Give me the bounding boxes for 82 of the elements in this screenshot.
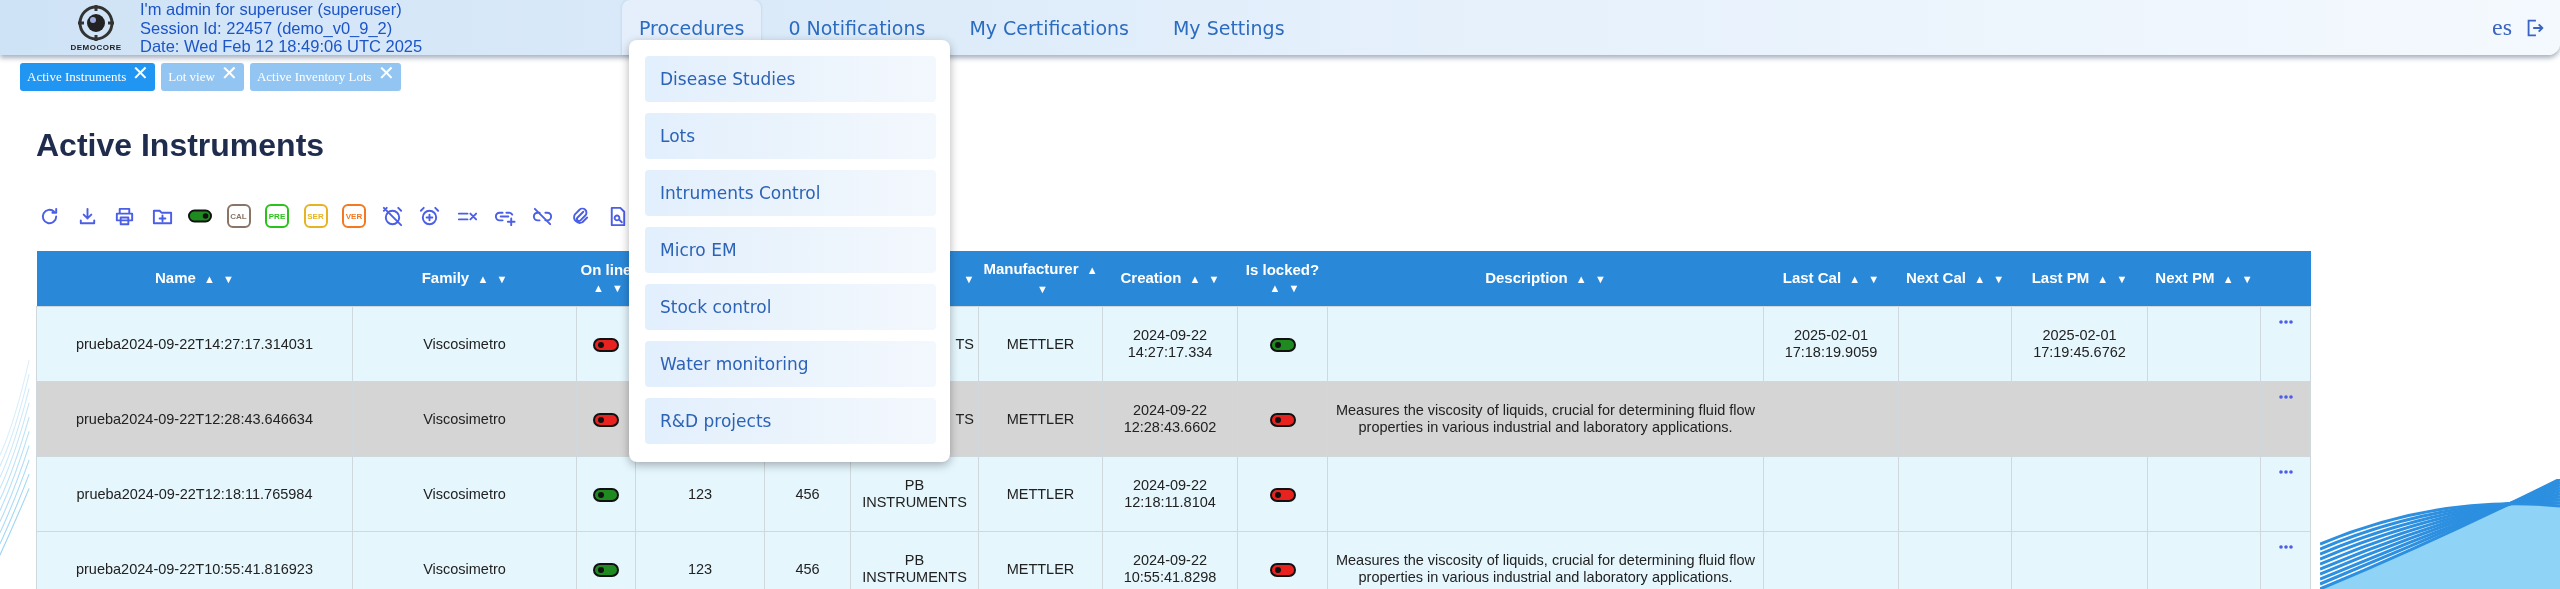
column-header: Is locked? bbox=[1245, 260, 1320, 278]
table-cell: METTLER bbox=[978, 381, 1103, 457]
nav-tab[interactable]: My Certifications bbox=[952, 0, 1146, 56]
menu-item[interactable]: Water monitoring bbox=[645, 341, 936, 387]
session-info: I'm admin for superuser (superuser) bbox=[140, 0, 403, 19]
column-header: Next PM bbox=[2155, 269, 2215, 286]
page-title: Active Instruments bbox=[36, 126, 325, 165]
sort-ascending-button[interactable]: ▲ bbox=[2222, 273, 2234, 285]
sort-ascending-button[interactable]: ▲ bbox=[1974, 273, 1985, 285]
sort-descending-button[interactable]: ▼ bbox=[1037, 282, 1048, 295]
column-header: Description bbox=[1485, 269, 1568, 286]
menu-item[interactable]: Disease Studies bbox=[645, 56, 936, 102]
table-cell: 2025-02-01 17:18:19.9059 bbox=[1763, 306, 1899, 382]
sort-descending-button[interactable]: ▼ bbox=[1993, 273, 2005, 285]
table-row[interactable]: prueba2024-09-22T12:18:11.765984 Viscosimetro 123 456 PB INSTRUMENTS METTLER 2024-09-22 12:18:11.8104 bbox=[36, 456, 2311, 532]
sort-descending-button[interactable]: ▼ bbox=[1208, 273, 1220, 285]
filter-badge[interactable]: PRE bbox=[265, 204, 289, 228]
column-header: Family bbox=[421, 269, 470, 286]
sort-ascending-button[interactable]: ▲ bbox=[2097, 273, 2109, 285]
sort-ascending-button[interactable]: ▲ bbox=[477, 273, 489, 285]
language-link[interactable]: es bbox=[2492, 14, 2512, 42]
close-button[interactable]: ✕ bbox=[132, 63, 150, 83]
table-cell: 2024-09-22 12:18:11.8104 bbox=[1102, 456, 1238, 532]
table-cell: Viscosimetro bbox=[352, 306, 577, 382]
sort-descending-button[interactable]: ▼ bbox=[1594, 273, 1606, 285]
sort-descending-button[interactable]: ▼ bbox=[1288, 281, 1300, 294]
table-cell: Viscosimetro bbox=[352, 381, 577, 457]
column-header: Last Cal bbox=[1782, 269, 1842, 286]
nav-tab[interactable]: My Settings bbox=[1155, 0, 1302, 56]
session-info: Date: Wed Feb 12 18:49:06 UTC 2025 bbox=[140, 37, 423, 56]
sort-descending-button[interactable]: ▼ bbox=[496, 273, 508, 285]
more-icon[interactable] bbox=[2278, 394, 2293, 401]
table-cell: 2024-09-22 12:28:43.6602 bbox=[1102, 381, 1238, 457]
menu-item[interactable]: Intruments Control bbox=[645, 170, 936, 216]
sort-ascending-button[interactable]: ▲ bbox=[1086, 263, 1098, 276]
table-cell: Measures the viscosity of liquids, crucial for determining fluid flow properties in various industrial and laboratory applications. bbox=[1327, 381, 1764, 457]
sort-descending-button[interactable]: ▼ bbox=[2116, 273, 2128, 285]
table-cell: prueba2024-09-22T10:55:41.816923 bbox=[36, 531, 353, 589]
column-header: Next Cal bbox=[1905, 269, 1966, 286]
filter-badge[interactable]: SER bbox=[303, 204, 328, 228]
sort-ascending-button[interactable]: ▲ bbox=[1269, 281, 1281, 294]
view-tab[interactable]: Active Instruments ✕ bbox=[20, 63, 156, 91]
alarm-off-icon[interactable] bbox=[380, 204, 404, 228]
menu-item[interactable]: Micro EM bbox=[645, 227, 936, 273]
column-header: Name bbox=[155, 269, 196, 286]
table-row[interactable] bbox=[36, 531, 2311, 589]
sort-descending-button[interactable]: ▼ bbox=[963, 273, 975, 285]
status-toggle[interactable] bbox=[188, 209, 212, 223]
sort-ascending-button[interactable]: ▲ bbox=[204, 273, 215, 285]
view-tab-label[interactable]: Active Instruments bbox=[27, 69, 127, 85]
column-header: Creation bbox=[1120, 269, 1182, 286]
table-cell: 2024-09-22 14:27:17.334 bbox=[1102, 306, 1238, 382]
table-cell: prueba2024-09-22T12:28:43.646634 bbox=[36, 381, 353, 457]
menu-item[interactable]: Lots bbox=[645, 113, 936, 159]
filter-badge[interactable]: CAL bbox=[226, 204, 251, 228]
logo-text: DEMOCORE bbox=[70, 43, 122, 53]
more-icon[interactable] bbox=[2278, 469, 2293, 476]
menu-item[interactable]: Stock control bbox=[645, 284, 936, 330]
table-cell: prueba2024-09-22T12:18:11.765984 bbox=[36, 456, 353, 532]
filter-badge[interactable]: VER bbox=[342, 204, 366, 228]
table-cell: METTLER bbox=[978, 456, 1103, 532]
menu-item[interactable]: R&D projects bbox=[645, 398, 936, 444]
column-header: Manufacturer bbox=[983, 259, 1079, 277]
table-cell: METTLER bbox=[978, 306, 1103, 382]
sort-ascending-button[interactable]: ▲ bbox=[593, 281, 604, 294]
sort-descending-button[interactable]: ▼ bbox=[223, 273, 234, 285]
sort-descending-button[interactable]: ▼ bbox=[2241, 273, 2253, 285]
sort-ascending-button[interactable]: ▲ bbox=[1189, 273, 1201, 285]
session-info: Session Id: 22457 (demo_v0_9_2) bbox=[140, 18, 394, 37]
alarm-plus-icon[interactable] bbox=[418, 204, 441, 228]
table-cell: 2025-02-01 17:19:45.6762 bbox=[2011, 306, 2148, 382]
more-icon[interactable] bbox=[2278, 319, 2293, 326]
more-icon[interactable] bbox=[2278, 544, 2293, 551]
nav-tab[interactable]: 0 Notifications bbox=[771, 0, 943, 56]
sort-descending-button[interactable]: ▼ bbox=[612, 281, 623, 294]
table-cell: prueba2024-09-22T14:27:17.314031 bbox=[36, 306, 353, 382]
table-cell: Viscosimetro bbox=[352, 456, 577, 532]
column-header: Last PM bbox=[2031, 269, 2090, 286]
sort-ascending-button[interactable]: ▲ bbox=[1575, 273, 1587, 285]
logo-icon bbox=[76, 3, 116, 44]
sort-descending-button[interactable]: ▼ bbox=[1868, 273, 1880, 285]
sort-ascending-button[interactable]: ▲ bbox=[1849, 273, 1861, 285]
